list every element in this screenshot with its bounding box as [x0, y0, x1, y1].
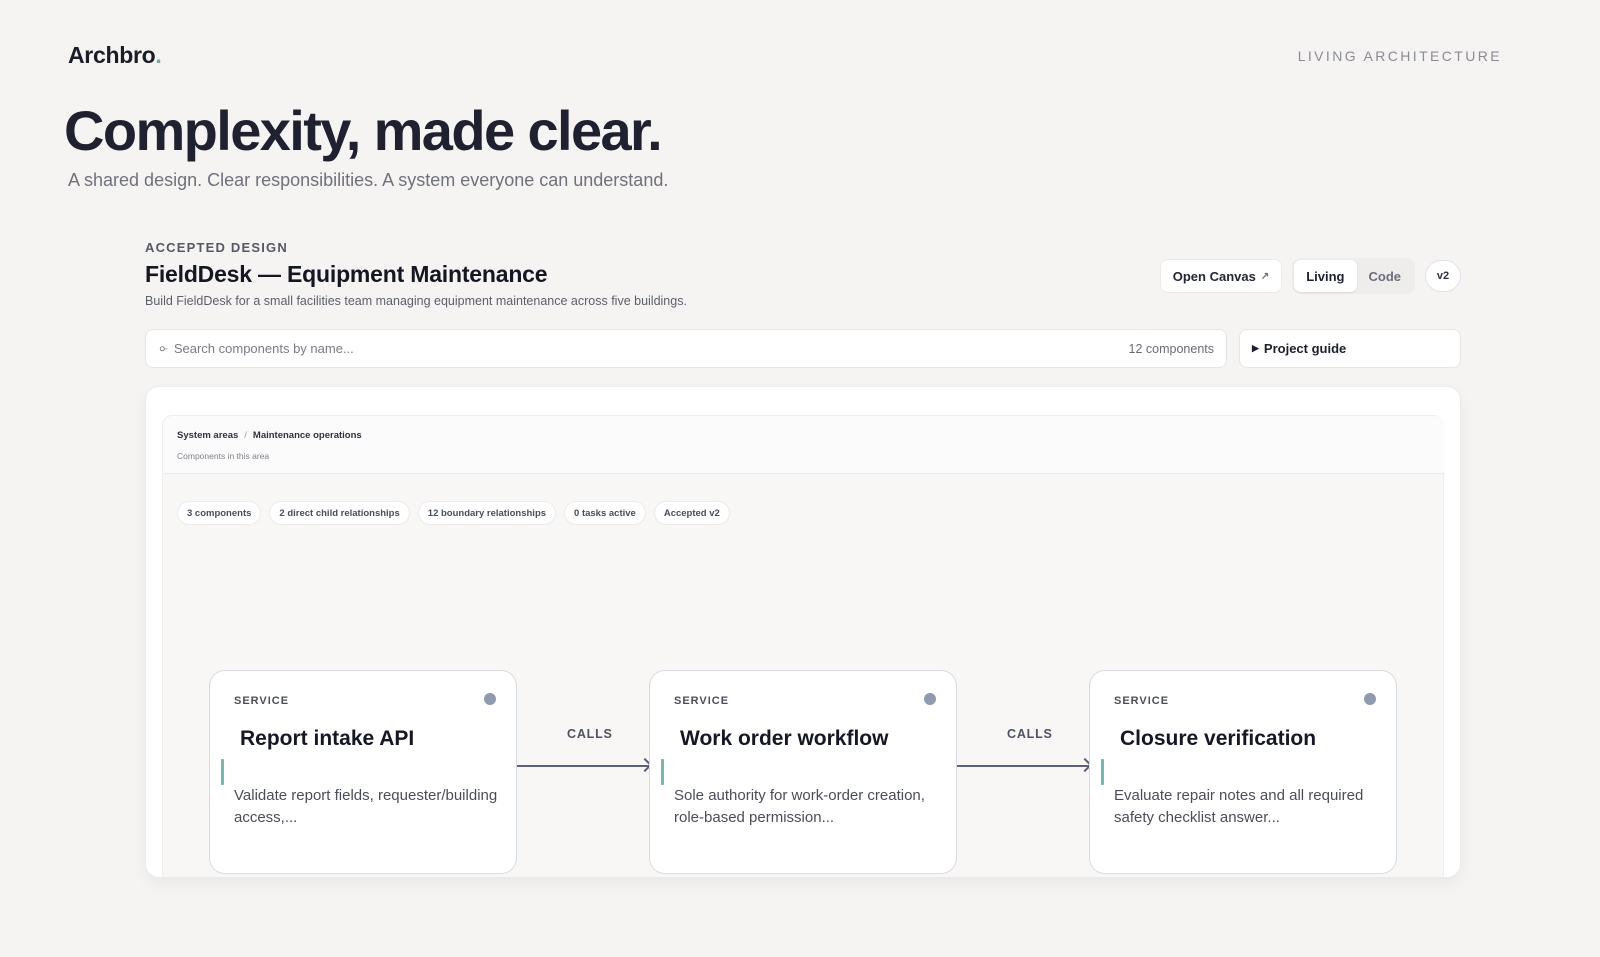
- edge-label: CALLS: [1007, 727, 1053, 741]
- breadcrumb: System areas / Maintenance operations: [177, 430, 1431, 441]
- edge-arrow[interactable]: [517, 765, 649, 767]
- hero-subtitle: A shared design. Clear responsibilities.…: [68, 170, 669, 190]
- stat-chip-boundary-relationships: 12 boundary relationships: [417, 501, 557, 525]
- view-mode-toggle: Living Code: [1292, 258, 1415, 294]
- design-panel: ACCEPTED DESIGN FieldDesk — Equipment Ma…: [145, 240, 1461, 368]
- search-icon: ⌕: [153, 339, 170, 357]
- area-stats: 3 components 2 direct child relationship…: [177, 501, 730, 525]
- top-tagline: LIVING ARCHITECTURE: [1297, 48, 1502, 64]
- accent-bar: [221, 759, 224, 785]
- node-kind: SERVICE: [1114, 695, 1170, 707]
- breadcrumb-system-areas[interactable]: System areas: [177, 430, 238, 441]
- search-bar: ⌕ 12 components: [145, 329, 1227, 368]
- node-description: Evaluate repair notes and all required s…: [1114, 787, 1364, 826]
- node-kind: SERVICE: [234, 695, 290, 707]
- page: Archbro. LIVING ARCHITECTURE Complexity,…: [0, 0, 1600, 957]
- edge-arrow[interactable]: [957, 765, 1089, 767]
- design-description: Build FieldDesk for a small facilities t…: [145, 294, 687, 308]
- breadcrumb-current: Maintenance operations: [252, 430, 362, 441]
- open-canvas-label: Open Canvas: [1172, 268, 1256, 284]
- brand-logo[interactable]: Archbro.: [68, 42, 162, 69]
- node-name: Work order workflow: [680, 727, 889, 750]
- status-dot-icon: [484, 693, 496, 705]
- search-input[interactable]: [173, 341, 1129, 356]
- breadcrumb-separator: /: [244, 430, 247, 441]
- component-node-closure-verification[interactable]: SERVICE Closure verification Evaluate re…: [1089, 670, 1397, 874]
- view-mode-living[interactable]: Living: [1294, 260, 1357, 292]
- node-kind: SERVICE: [674, 695, 730, 707]
- view-mode-code[interactable]: Code: [1357, 260, 1414, 292]
- area-subtitle: Components in this area: [177, 451, 270, 461]
- hero-title: Complexity, made clear.: [64, 99, 663, 162]
- status-dot-icon: [924, 693, 936, 705]
- component-node-work-order[interactable]: SERVICE Work order workflow Sole authori…: [649, 670, 957, 874]
- brand-name: Archbro: [68, 42, 156, 68]
- node-description: Sole authority for work-order creation, …: [674, 787, 925, 826]
- edge-label: CALLS: [567, 727, 613, 741]
- accent-bar: [1101, 759, 1104, 785]
- search-row: ⌕ 12 components ▶ Project guide: [145, 329, 1461, 368]
- accent-bar: [661, 759, 664, 785]
- component-count: 12 components: [1128, 341, 1214, 356]
- open-canvas-button[interactable]: Open Canvas ↗: [1159, 259, 1283, 293]
- version-badge[interactable]: v2: [1425, 260, 1461, 292]
- design-controls: Open Canvas ↗ Living Code v2: [1159, 258, 1461, 294]
- triangle-right-icon: ▶: [1252, 343, 1259, 353]
- architecture-canvas: System areas / Maintenance operations Co…: [145, 386, 1461, 878]
- stat-chip-tasks: 0 tasks active: [564, 501, 646, 525]
- stat-chip-child-relationships: 2 direct child relationships: [269, 501, 410, 525]
- external-link-icon: ↗: [1260, 270, 1270, 282]
- node-description: Validate report fields, requester/buildi…: [234, 787, 498, 826]
- area-container: System areas / Maintenance operations Co…: [162, 415, 1445, 877]
- project-guide-label: Project guide: [1263, 341, 1347, 356]
- component-node-report-intake[interactable]: SERVICE Report intake API Validate repor…: [209, 670, 517, 874]
- stat-chip-components: 3 components: [177, 501, 262, 525]
- node-name: Report intake API: [240, 727, 415, 750]
- status-dot-icon: [1364, 693, 1376, 705]
- stat-chip-accepted: Accepted v2: [653, 501, 730, 525]
- node-name: Closure verification: [1120, 727, 1317, 750]
- design-eyebrow: ACCEPTED DESIGN: [145, 240, 288, 255]
- area-header: System areas / Maintenance operations Co…: [163, 416, 1445, 474]
- brand-dot: .: [155, 42, 162, 68]
- project-guide-toggle[interactable]: ▶ Project guide: [1239, 329, 1461, 368]
